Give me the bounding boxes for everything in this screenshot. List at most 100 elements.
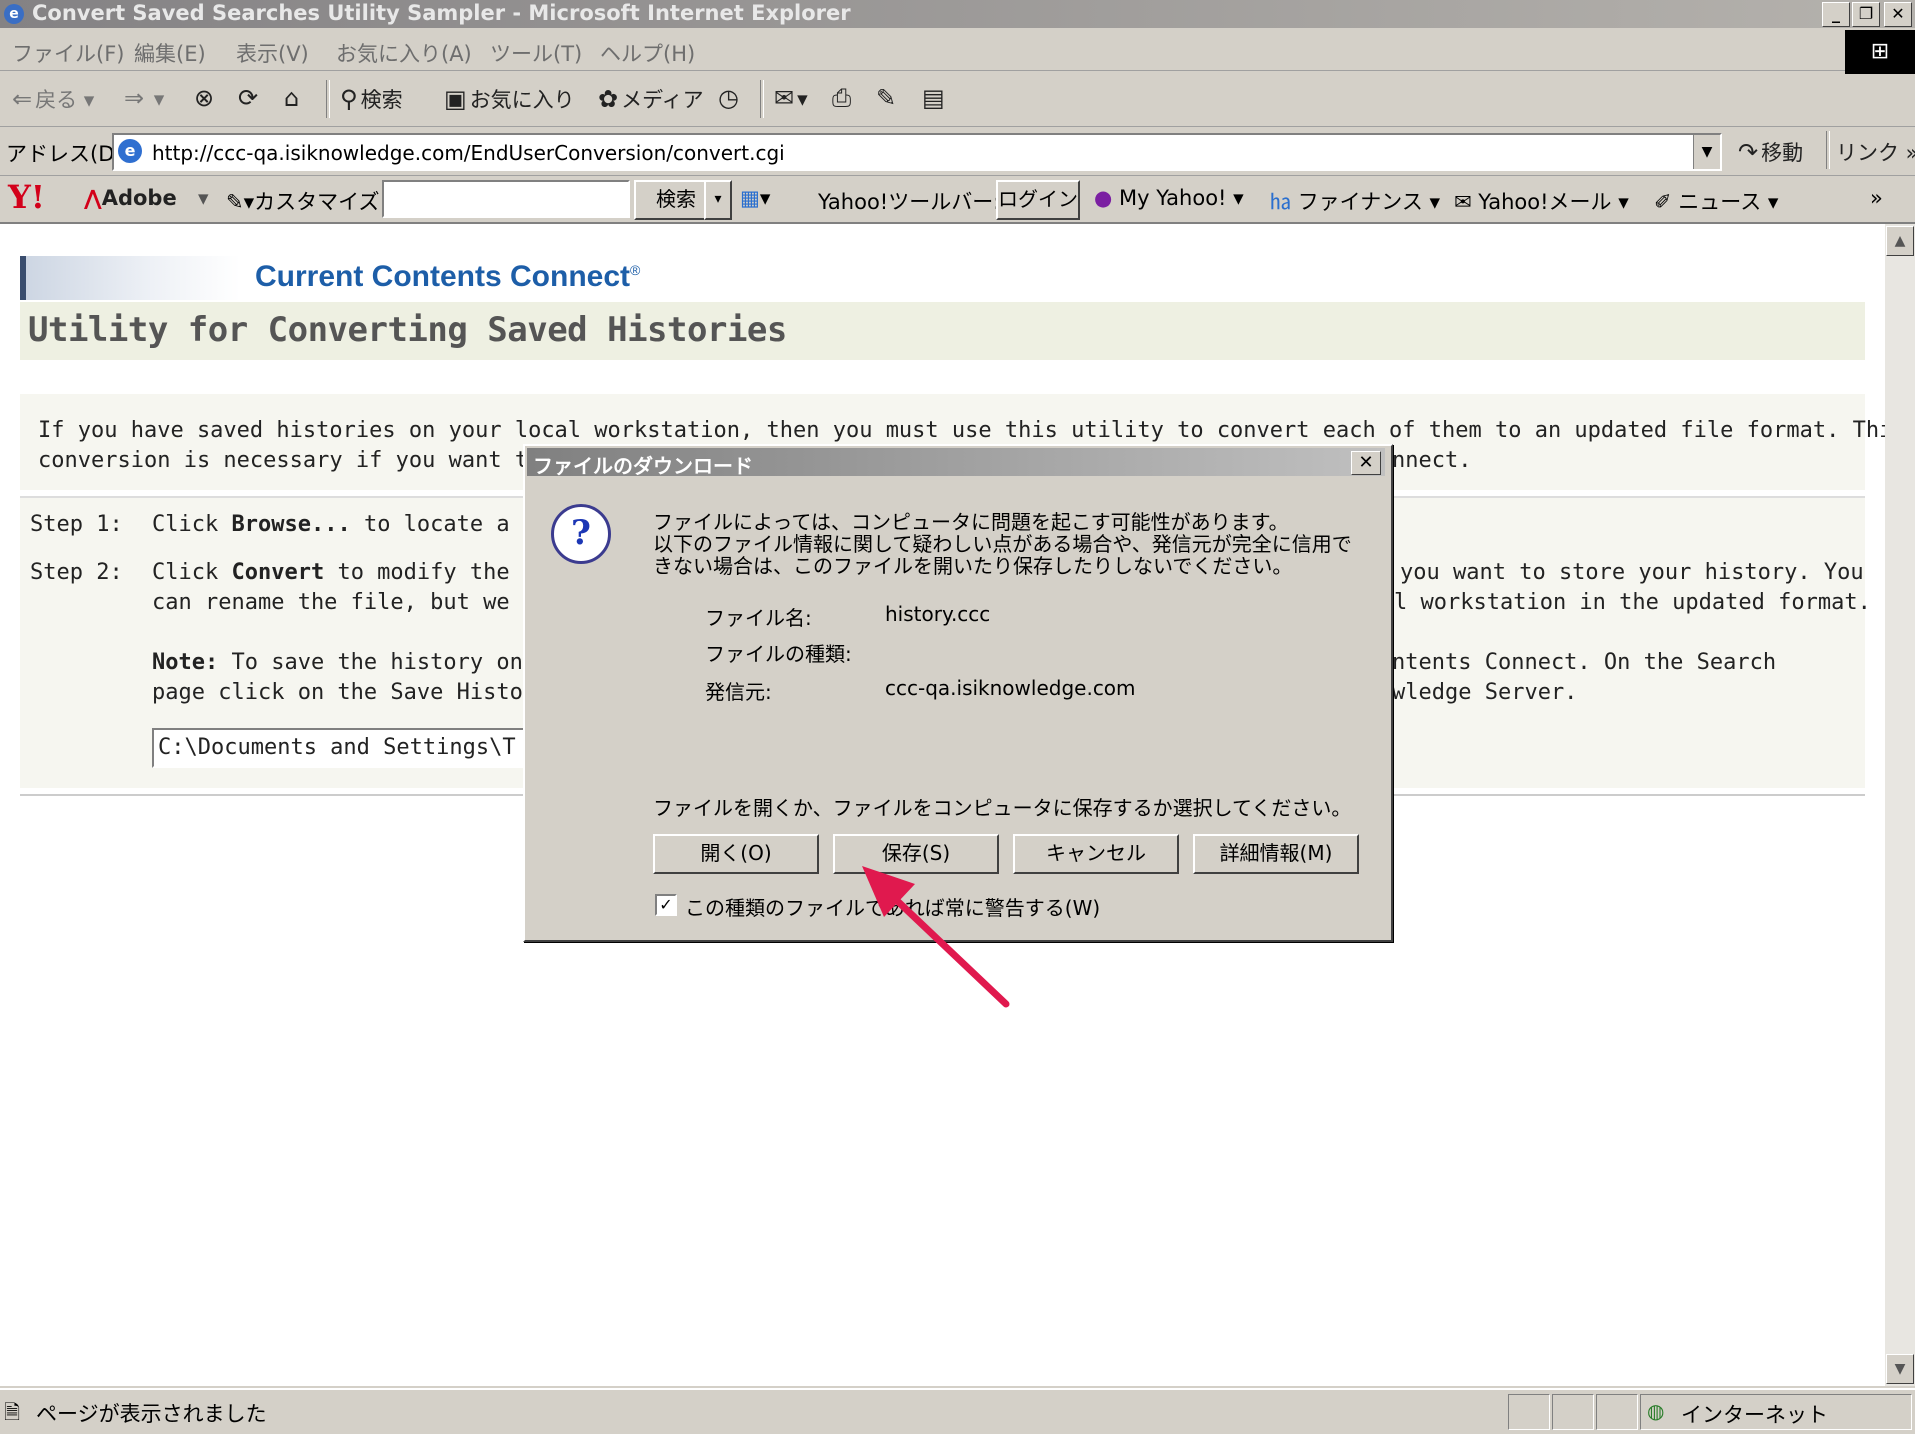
adobe-dropdown[interactable]: ▾ xyxy=(198,186,209,210)
step1-label: Step 1: xyxy=(30,512,123,537)
menu-help[interactable]: ヘルプ(H) xyxy=(600,38,695,68)
note-text: Note: To save the history on xyxy=(152,650,523,675)
forward-button[interactable]: ⇒ ▾ xyxy=(124,84,164,112)
dialog-title-bar[interactable]: ファイルのダウンロード ✕ xyxy=(527,448,1385,478)
always-warn-checkbox[interactable]: ✓ xyxy=(655,894,677,916)
address-input[interactable]: e http://ccc-qa.isiknowledge.com/EndUser… xyxy=(112,133,1722,171)
back-button[interactable]: ⇐ 戻る ▾ xyxy=(12,84,94,114)
window-title: Convert Saved Searches Utility Sampler -… xyxy=(32,1,851,25)
cancel-button[interactable]: キャンセル xyxy=(1013,834,1179,874)
step2-text: Click Convert to modify the s xyxy=(152,560,537,585)
scroll-down-arrow-icon[interactable]: ▼ xyxy=(1886,1354,1914,1384)
customize-button[interactable]: ✎▾カスタマイズ xyxy=(226,186,380,216)
back-arrow-icon: ⇐ xyxy=(12,85,33,113)
intro-line-1: If you have saved histories on your loca… xyxy=(38,418,1885,443)
open-button[interactable]: 開く(O) xyxy=(653,834,819,874)
maximize-button[interactable]: ❐ xyxy=(1852,2,1880,27)
vertical-scrollbar[interactable]: ▲ ▼ xyxy=(1885,224,1915,1386)
standard-toolbar: ⇐ 戻る ▾ ⇒ ▾ ⊗ ⟳ ⌂ ⚲ 検索 ▣ お気に入り ✿ メディア ◷ ✉ ▾ ⎙ … xyxy=(0,72,1915,127)
page-title: Utility for Converting Saved Histories xyxy=(28,310,787,350)
menu-file[interactable]: ファイル(F) xyxy=(12,38,124,68)
yahoo-toolbar: Y! ⋀Adobe ▾ ✎▾カスタマイズ 検索 ▾ ▦▾ Yahoo!ツールバー… xyxy=(0,176,1915,224)
scroll-up-arrow-icon[interactable]: ▲ xyxy=(1886,226,1914,256)
history-file-path-input[interactable]: C:\Documents and Settings\T xyxy=(152,728,556,768)
home-button[interactable]: ⌂ xyxy=(284,84,302,112)
globe-icon: ◍ xyxy=(1647,1399,1665,1423)
mail-icon: ✉ xyxy=(774,84,795,112)
dialog-prompt: ファイルを開くか、ファイルをコンピュータに保存するか選択してください。 xyxy=(653,796,1352,820)
search-dropdown-button[interactable]: ▾ xyxy=(704,180,732,220)
dialog-close-button[interactable]: ✕ xyxy=(1351,451,1381,475)
print-button[interactable]: ⎙ xyxy=(832,84,854,112)
intro-line-2: conversion is necessary if you want to xyxy=(38,448,542,473)
dialog-title: ファイルのダウンロード xyxy=(533,454,753,478)
note-line2: page click on the Save Histor xyxy=(152,680,537,705)
discuss-button[interactable]: ▤ xyxy=(922,84,948,112)
highlight-button[interactable]: ▦▾ xyxy=(740,186,770,210)
filetype-label: ファイルの種類: xyxy=(705,642,852,666)
search-button[interactable]: ⚲ 検索 xyxy=(340,84,403,114)
address-url[interactable]: http://ccc-qa.isiknowledge.com/EndUserCo… xyxy=(152,141,785,165)
search-icon: ⚲ xyxy=(340,85,358,113)
always-warn-label[interactable]: この種類のファイルであれば常に警告する(W) xyxy=(685,892,1100,921)
yahoo-mail-button[interactable]: ✉ Yahoo!メール ▾ xyxy=(1454,186,1629,216)
security-zone-panel: ◍ インターネット xyxy=(1640,1394,1912,1430)
media-icon: ✿ xyxy=(598,85,619,113)
adobe-button[interactable]: ⋀Adobe xyxy=(84,186,177,210)
home-icon: ⌂ xyxy=(284,84,300,112)
yahoo-logo[interactable]: Y! xyxy=(8,178,45,216)
media-button[interactable]: ✿ メディア xyxy=(598,84,704,114)
banner-graphic xyxy=(20,256,240,300)
warning-line-3: きない場合は、このファイルを開いたり保存したりしないでください。 xyxy=(653,554,1293,578)
brand-logo: Current Contents Connect® xyxy=(255,260,641,293)
yahoo-search-input[interactable] xyxy=(382,180,630,218)
window-title-bar[interactable]: e Convert Saved Searches Utility Sampler… xyxy=(0,0,1915,28)
menu-edit[interactable]: 編集(E) xyxy=(134,38,206,68)
ie-icon: e xyxy=(4,4,24,24)
envelope-icon: ✉ xyxy=(1454,190,1472,214)
address-dropdown-button[interactable]: ▼ xyxy=(1693,135,1720,169)
finance-button[interactable]: ㏊ ファイナンス ▾ xyxy=(1270,186,1440,216)
status-panel xyxy=(1552,1394,1594,1430)
adobe-icon: ⋀ xyxy=(84,186,102,210)
highlight-icon: ▦ xyxy=(740,186,760,210)
history-icon: ◷ xyxy=(718,84,739,112)
mail-button[interactable]: ✉ ▾ xyxy=(774,84,808,112)
menu-view[interactable]: 表示(V) xyxy=(236,38,309,68)
stop-button[interactable]: ⊗ xyxy=(194,84,217,112)
close-window-button[interactable]: ✕ xyxy=(1884,2,1912,27)
source-value: ccc-qa.isiknowledge.com xyxy=(885,676,1136,700)
source-label: 発信元: xyxy=(705,680,772,704)
favorites-icon: ▣ xyxy=(444,85,467,113)
menu-tools[interactable]: ツール(T) xyxy=(490,38,582,68)
toolbar-overflow-chevron-icon[interactable]: » xyxy=(1870,186,1883,210)
status-text: ページが表示されました xyxy=(36,1402,267,1426)
filename-label: ファイル名: xyxy=(705,606,812,630)
step2-line2-end: l workstation in the updated format. xyxy=(1394,590,1871,615)
edit-button[interactable]: ✎ xyxy=(876,84,899,112)
more-info-button[interactable]: 詳細情報(M) xyxy=(1193,834,1359,874)
go-button[interactable]: ↷ 移動 xyxy=(1738,137,1803,167)
refresh-button[interactable]: ⟳ xyxy=(238,84,261,112)
finance-chart-icon: ㏊ xyxy=(1270,190,1291,214)
status-panel xyxy=(1596,1394,1638,1430)
page-icon: e xyxy=(118,139,142,163)
save-button[interactable]: 保存(S) xyxy=(833,834,999,874)
login-button[interactable]: ログイン xyxy=(996,180,1080,220)
step1-text: Click Browse... to locate a sa xyxy=(152,512,550,537)
page-done-icon: 🗎 xyxy=(4,1400,21,1424)
menu-bar: ファイル(F) 編集(E) 表示(V) お気に入り(A) ツール(T) ヘルプ(… xyxy=(0,30,1915,74)
my-yahoo-button[interactable]: ● My Yahoo! ▾ xyxy=(1094,186,1244,210)
history-button[interactable]: ◷ xyxy=(718,84,742,112)
pencil-icon: ✎▾ xyxy=(226,190,255,214)
favorites-button[interactable]: ▣ お気に入り xyxy=(444,84,575,114)
news-button[interactable]: ✐ ニュース ▾ xyxy=(1654,186,1778,216)
note-line2-end: wledge Server. xyxy=(1392,680,1578,705)
refresh-icon: ⟳ xyxy=(238,84,259,112)
forward-arrow-icon: ⇒ xyxy=(124,84,145,112)
minimize-button[interactable]: _ xyxy=(1822,2,1850,27)
status-panel xyxy=(1508,1394,1550,1430)
menu-favorites[interactable]: お気に入り(A) xyxy=(336,38,472,68)
stop-icon: ⊗ xyxy=(194,84,215,112)
links-button[interactable]: リンク » xyxy=(1836,137,1915,167)
